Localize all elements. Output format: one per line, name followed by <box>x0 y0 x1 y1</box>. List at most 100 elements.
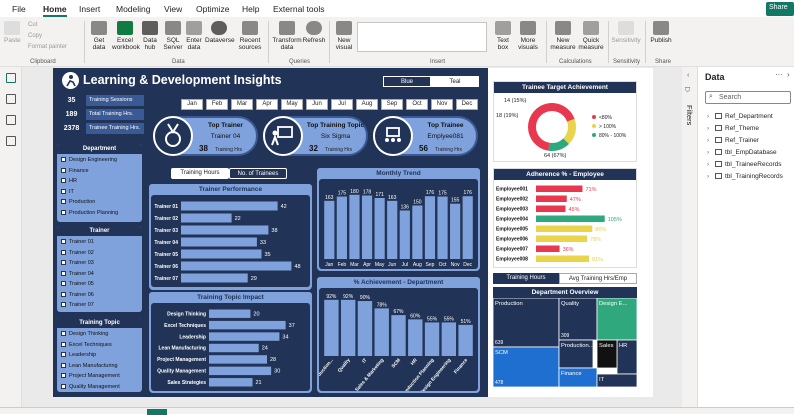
theme-blue-button[interactable]: Blue <box>383 76 431 87</box>
month-dec[interactable]: Dec <box>456 99 478 110</box>
table-item[interactable]: › tbl_EmpDatabase <box>707 149 777 156</box>
training-hours-toggle[interactable]: Training Hours <box>171 168 229 179</box>
publish-button[interactable]: Publish <box>649 21 673 44</box>
slicer-item[interactable]: Trainer 06 <box>61 292 94 298</box>
table-item[interactable]: › tbl_TrainingRecords <box>707 173 783 180</box>
slicer-item[interactable]: Project Management <box>61 373 120 379</box>
more-options-icon[interactable]: ··· <box>775 70 783 79</box>
collapse-icon[interactable]: › <box>787 70 790 79</box>
table-item[interactable]: › Ref_Department <box>707 113 773 120</box>
new-measure-button[interactable]: New measure <box>550 21 576 51</box>
dataverse-button[interactable]: Dataverse <box>205 21 235 44</box>
slicer-item[interactable]: Trainer 02 <box>61 250 94 256</box>
presentation-icon <box>263 116 303 156</box>
theme-teal-button[interactable]: Teal <box>431 76 479 87</box>
menu-insert[interactable]: Insert <box>79 4 100 14</box>
refresh-button[interactable]: Refresh <box>302 21 326 44</box>
excel-workbook-button[interactable]: Excel workbook <box>112 21 140 51</box>
copy-button[interactable]: Copy <box>28 33 42 39</box>
sql-server-button[interactable]: SQL Server <box>162 21 184 51</box>
avg-training-tab[interactable]: Avg Training Hrs/Emp <box>559 273 637 284</box>
month-feb[interactable]: Feb <box>206 99 228 110</box>
slicer-item[interactable]: HR <box>61 178 77 184</box>
slicer-item[interactable]: Leadership <box>61 352 96 358</box>
chevron-right-icon: › <box>707 125 710 132</box>
slicer-item[interactable]: Excel Techniques <box>61 342 112 348</box>
slicer-item[interactable]: Quality Management <box>61 384 120 390</box>
search-input[interactable]: ⌕ Search <box>705 91 791 104</box>
category-label: Quality Management <box>157 369 206 375</box>
menu-external-tools[interactable]: External tools <box>273 4 325 14</box>
month-apr[interactable]: Apr <box>256 99 278 110</box>
share-button[interactable]: Share <box>766 2 794 16</box>
menu-optimize[interactable]: Optimize <box>196 4 230 14</box>
format-painter-button[interactable]: Format painter <box>28 44 67 50</box>
paste-button[interactable]: Paste <box>4 21 21 44</box>
slice-label: 18 (19%) <box>496 113 518 119</box>
table-view-icon[interactable] <box>6 94 16 104</box>
month-oct[interactable]: Oct <box>406 99 428 110</box>
slicer-item[interactable]: Trainer 04 <box>61 271 94 277</box>
month-sep[interactable]: Sep <box>381 99 403 110</box>
month-may[interactable]: May <box>281 99 303 110</box>
category-label: Oct <box>439 262 447 268</box>
bar <box>458 324 473 356</box>
category-label: Trainer 03 <box>154 228 178 234</box>
data-label: 92% <box>343 294 354 300</box>
top-card-name: Emplyee081 <box>427 133 464 140</box>
cut-button[interactable]: Cut <box>28 22 37 28</box>
menu-home[interactable]: Home <box>43 4 67 17</box>
slicer-item[interactable]: Trainer 03 <box>61 260 94 266</box>
enter-data-button[interactable]: Enter data <box>184 21 204 51</box>
slicer-item[interactable]: Design Thinking <box>61 331 108 337</box>
page-tab[interactable] <box>147 409 167 415</box>
model-view-icon[interactable] <box>6 115 16 125</box>
data-hub-button[interactable]: Data hub <box>140 21 160 51</box>
transform-data-button[interactable]: Transform data <box>272 21 302 51</box>
recent-sources-button[interactable]: Recent sources <box>235 21 265 51</box>
slicer-item[interactable]: Production <box>61 199 95 205</box>
report-view-icon[interactable] <box>6 73 16 83</box>
text-box-button[interactable]: Text box <box>493 21 513 51</box>
month-mar[interactable]: Mar <box>231 99 253 110</box>
bar <box>324 200 335 259</box>
calculator-icon <box>555 21 571 35</box>
table-item[interactable]: › Ref_Theme <box>707 125 759 132</box>
checkbox-icon <box>61 352 66 358</box>
month-jan[interactable]: Jan <box>181 99 203 110</box>
sensitivity-button[interactable]: Sensitivity <box>611 21 641 44</box>
trainees-toggle[interactable]: No. of Trainees <box>229 168 287 179</box>
slicer-item[interactable]: Trainer 01 <box>61 239 94 245</box>
month-jul[interactable]: Jul <box>331 99 353 110</box>
slicer-item[interactable]: Lean Manufacturing <box>61 363 118 369</box>
menu-help[interactable]: Help <box>242 4 259 14</box>
menu-file[interactable]: File <box>12 4 26 14</box>
data-label: 42 <box>281 204 287 210</box>
slicer-item[interactable]: Trainer 07 <box>61 302 94 308</box>
month-aug[interactable]: Aug <box>356 99 378 110</box>
cell-name: Production... <box>561 343 594 349</box>
bar <box>441 322 457 356</box>
month-jun[interactable]: Jun <box>306 99 328 110</box>
get-data-button[interactable]: Get data <box>88 21 110 51</box>
dax-query-icon[interactable] <box>6 136 16 146</box>
slicer-item[interactable]: Trainer 05 <box>61 281 94 287</box>
chevron-left-icon[interactable]: ‹ <box>687 72 689 79</box>
table-item[interactable]: › tbl_TraineeRecords <box>707 161 781 168</box>
quick-measure-button[interactable]: Quick measure <box>578 21 604 51</box>
slicer-item[interactable]: IT <box>61 189 74 195</box>
checkbox-icon <box>61 331 66 337</box>
menu-view[interactable]: View <box>164 4 182 14</box>
bar <box>387 200 398 259</box>
more-visuals-button[interactable]: More visuals <box>515 21 541 51</box>
menu-modeling[interactable]: Modeling <box>116 4 151 14</box>
slicer-item[interactable]: Production Planning <box>61 210 118 216</box>
month-nov[interactable]: Nov <box>431 99 453 110</box>
new-visual-button[interactable]: New visual <box>333 21 355 51</box>
filters-pane-collapsed[interactable]: ‹ ⛉ Filters <box>682 67 698 407</box>
slicer-item[interactable]: Design Engineering <box>61 157 117 163</box>
visuals-gallery[interactable] <box>357 22 487 52</box>
slicer-item[interactable]: Finance <box>61 168 89 174</box>
training-hours-tab[interactable]: Training Hours <box>493 273 559 284</box>
table-item[interactable]: › Ref_Trainer <box>707 137 759 144</box>
